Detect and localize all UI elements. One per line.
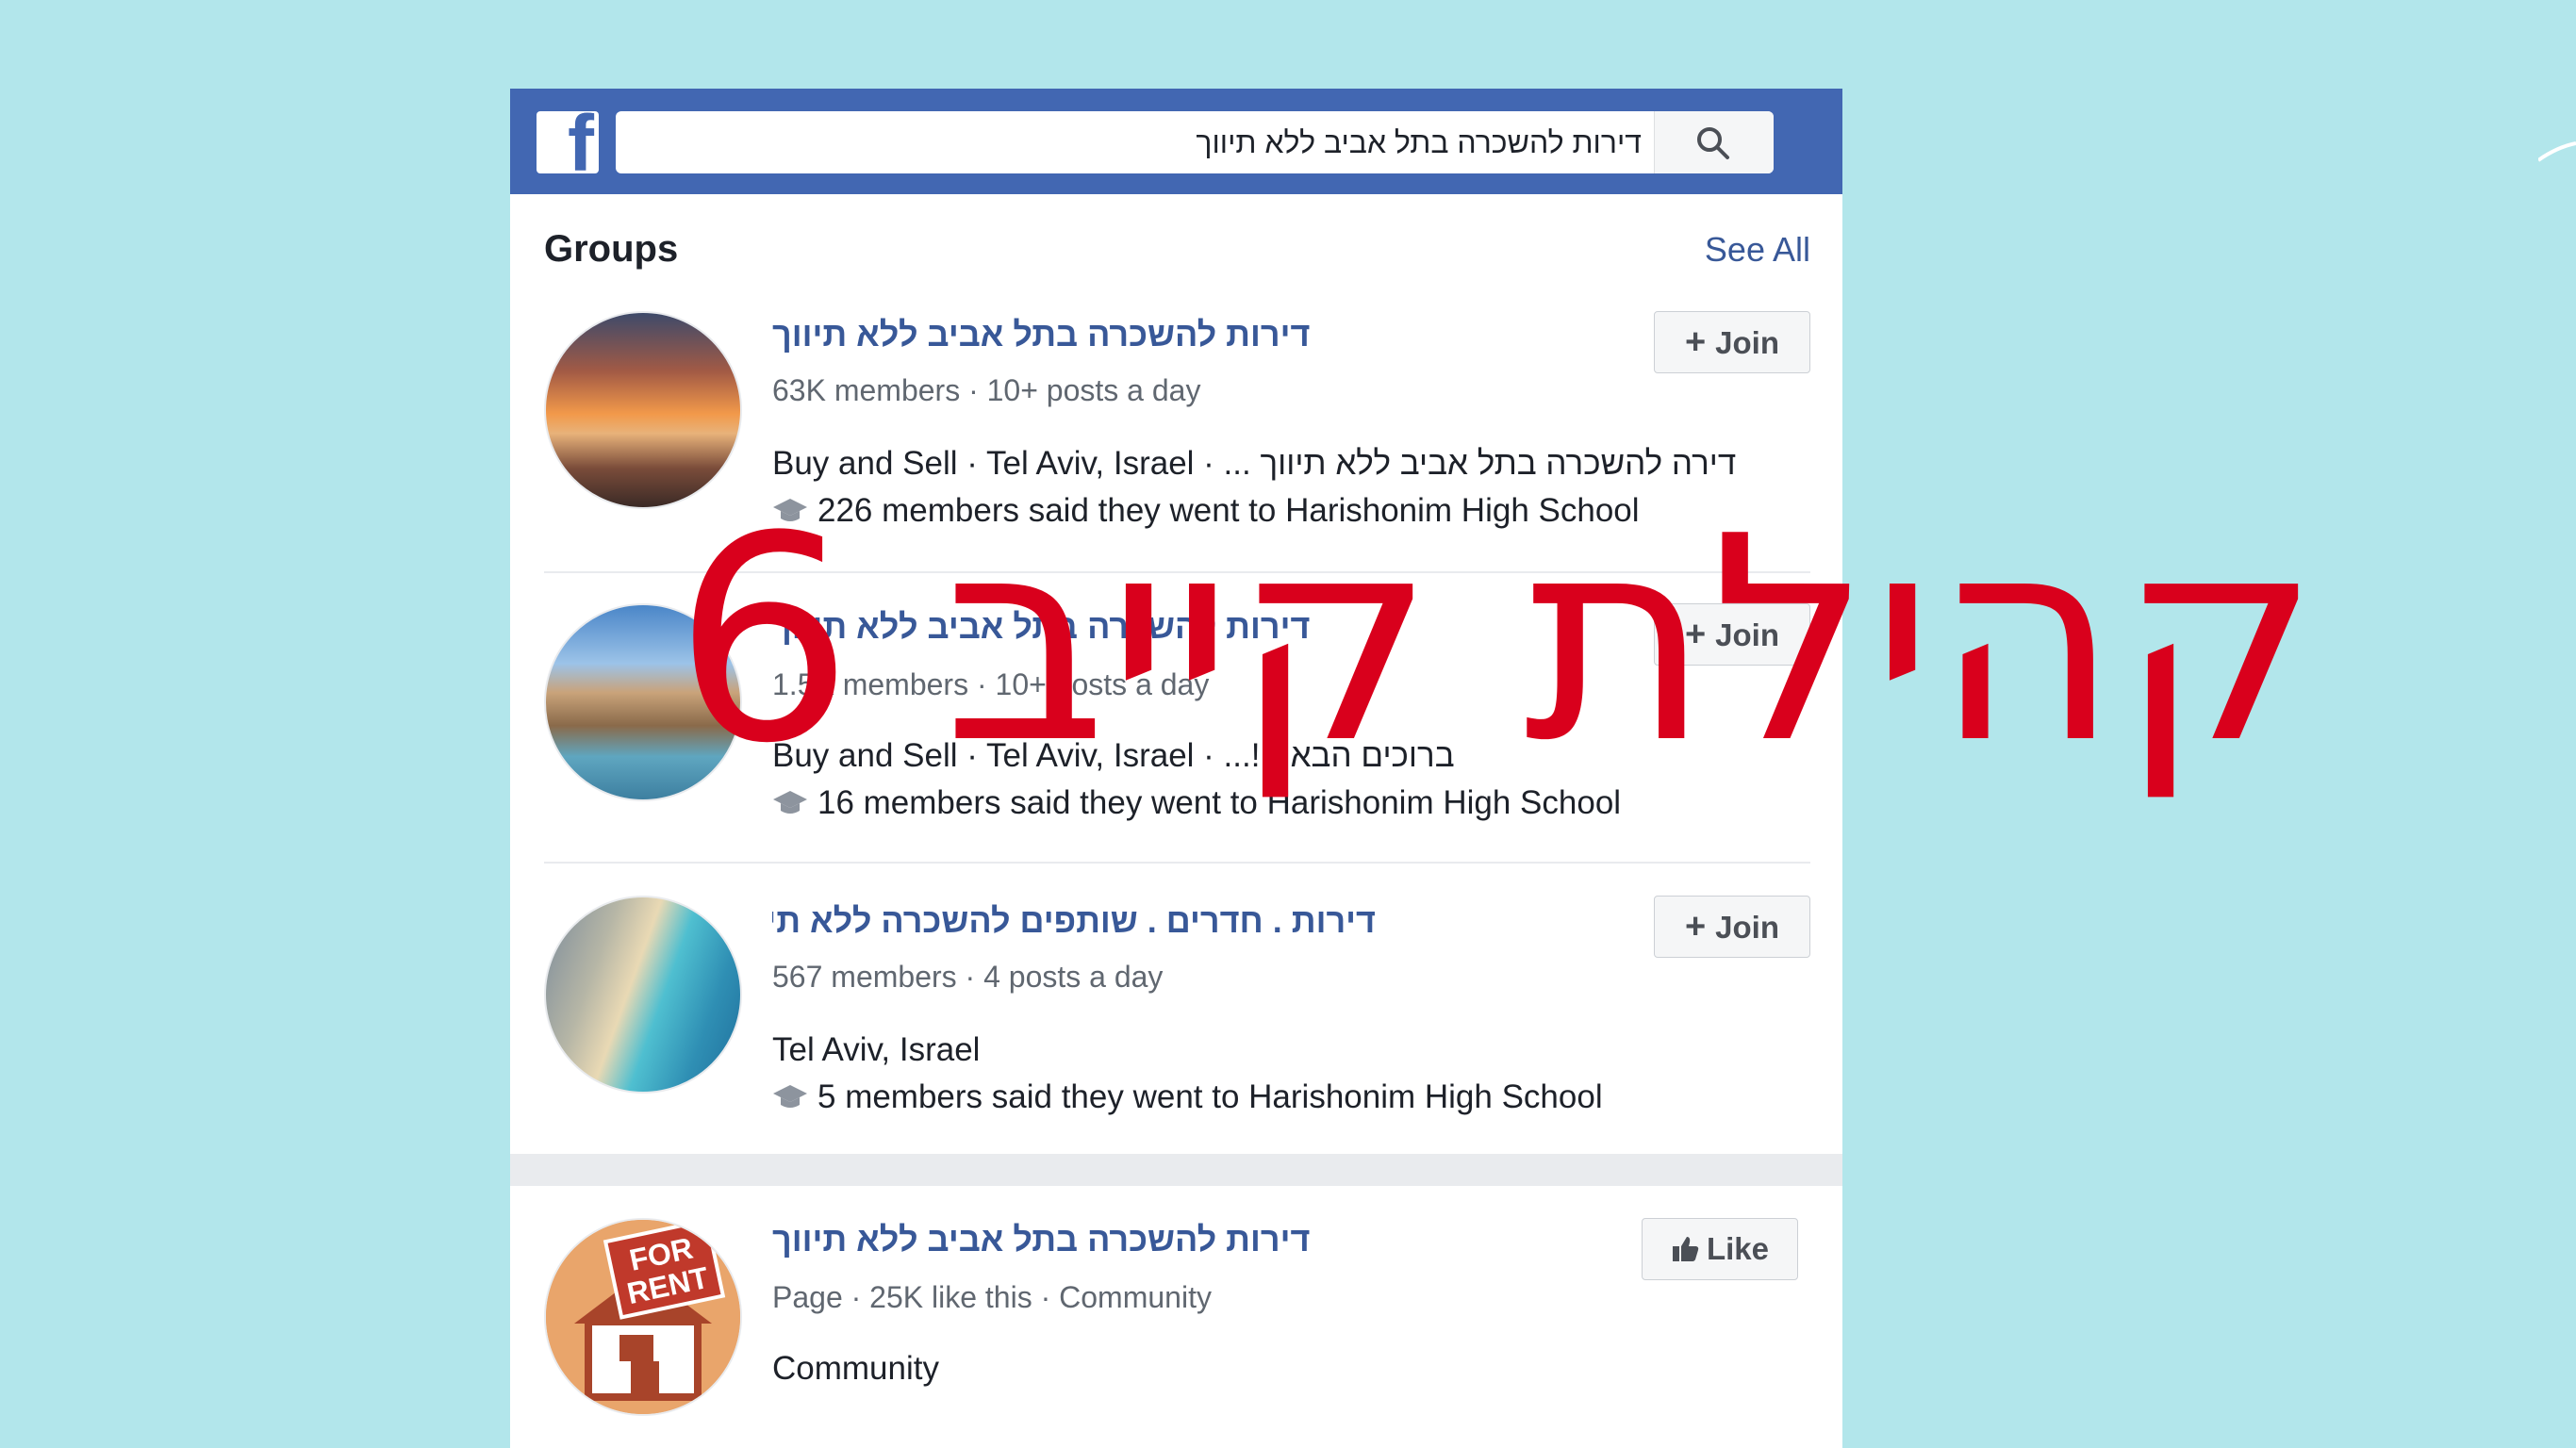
thumbs-up-icon [1672,1237,1699,1261]
join-group-button[interactable]: + Join [1654,896,1810,958]
search-box[interactable]: דירות להשכרה בתל אביב ללא תיווך [616,111,1774,173]
group-school-text: 16 members said they went to Harishonim … [817,784,1622,821]
group-avatar-beach[interactable] [544,896,742,1094]
join-label: Join [1715,617,1780,652]
groups-heading: Groups [544,228,679,270]
facebook-top-bar: f דירות להשכרה בתל אביב ללא תיווך [510,89,1842,194]
group-avatar-villa[interactable] [544,603,742,801]
divider [544,571,1810,573]
plus-icon: + [1684,907,1707,946]
page-meta: Page · 25K like this · Community [772,1280,1212,1314]
section-gap [510,1154,1842,1186]
like-label: Like [1706,1231,1770,1266]
group-meta: 1.5K members · 10+ posts a day [772,667,1210,701]
graduation-cap-icon [773,499,807,521]
group-title-link[interactable]: דירות להשכרה בתל אביב ללא תיווך [772,607,1376,647]
page-title-link[interactable]: דירות להשכרה בתל אביב ללא תיווך [772,1220,1376,1259]
decorative-edge-mark [2538,141,2576,162]
group-school-line: 226 members said they went to Harishonim… [772,492,1640,530]
graduation-cap-icon [773,791,807,814]
search-button[interactable] [1654,111,1774,173]
group-meta: 63K members · 10+ posts a day [772,373,1201,407]
join-group-button[interactable]: + Join [1654,311,1810,373]
search-input[interactable]: דירות להשכרה בתל אביב ללא תיווך [635,111,1642,173]
group-school-text: 5 members said they went to Harishonim H… [817,1078,1603,1115]
for-rent-sign-icon: FOR RENT [546,1220,740,1414]
group-school-line: 16 members said they went to Harishonim … [772,784,1621,822]
group-avatar-sunset[interactable] [544,311,742,509]
join-label: Join [1715,910,1780,945]
group-info: Tel Aviv, Israel [772,1031,981,1068]
see-all-link[interactable]: See All [1705,230,1810,270]
group-school-line: 5 members said they went to Harishonim H… [772,1078,1603,1116]
page-avatar-for-rent[interactable]: FOR RENT [544,1218,742,1416]
plus-icon: + [1684,322,1707,362]
page-category: Community [772,1350,939,1387]
divider [544,862,1810,864]
graduation-cap-icon [773,1085,807,1108]
search-icon [1697,127,1729,159]
like-page-button[interactable]: Like [1642,1218,1798,1280]
join-label: Join [1715,325,1780,360]
facebook-logo-icon[interactable]: f [537,111,599,173]
join-group-button[interactable]: + Join [1654,603,1810,666]
facebook-search-results-panel: f דירות להשכרה בתל אביב ללא תיווך Groups… [510,89,1842,1448]
group-school-text: 226 members said they went to Harishonim… [817,492,1640,529]
plus-icon: + [1684,615,1707,654]
group-info: Buy and Sell · Tel Aviv, Israel · ... די… [772,445,1737,482]
group-info: Buy and Sell · Tel Aviv, Israel · ...!בר… [772,737,1455,774]
group-title-link[interactable]: דירות . חדרים . שותפים להשכרה ללא תיווך … [772,901,1376,941]
group-title-link[interactable]: דירות להשכרה בתל אביב ללא תיווך [772,315,1376,354]
group-meta: 567 members · 4 posts a day [772,960,1164,994]
